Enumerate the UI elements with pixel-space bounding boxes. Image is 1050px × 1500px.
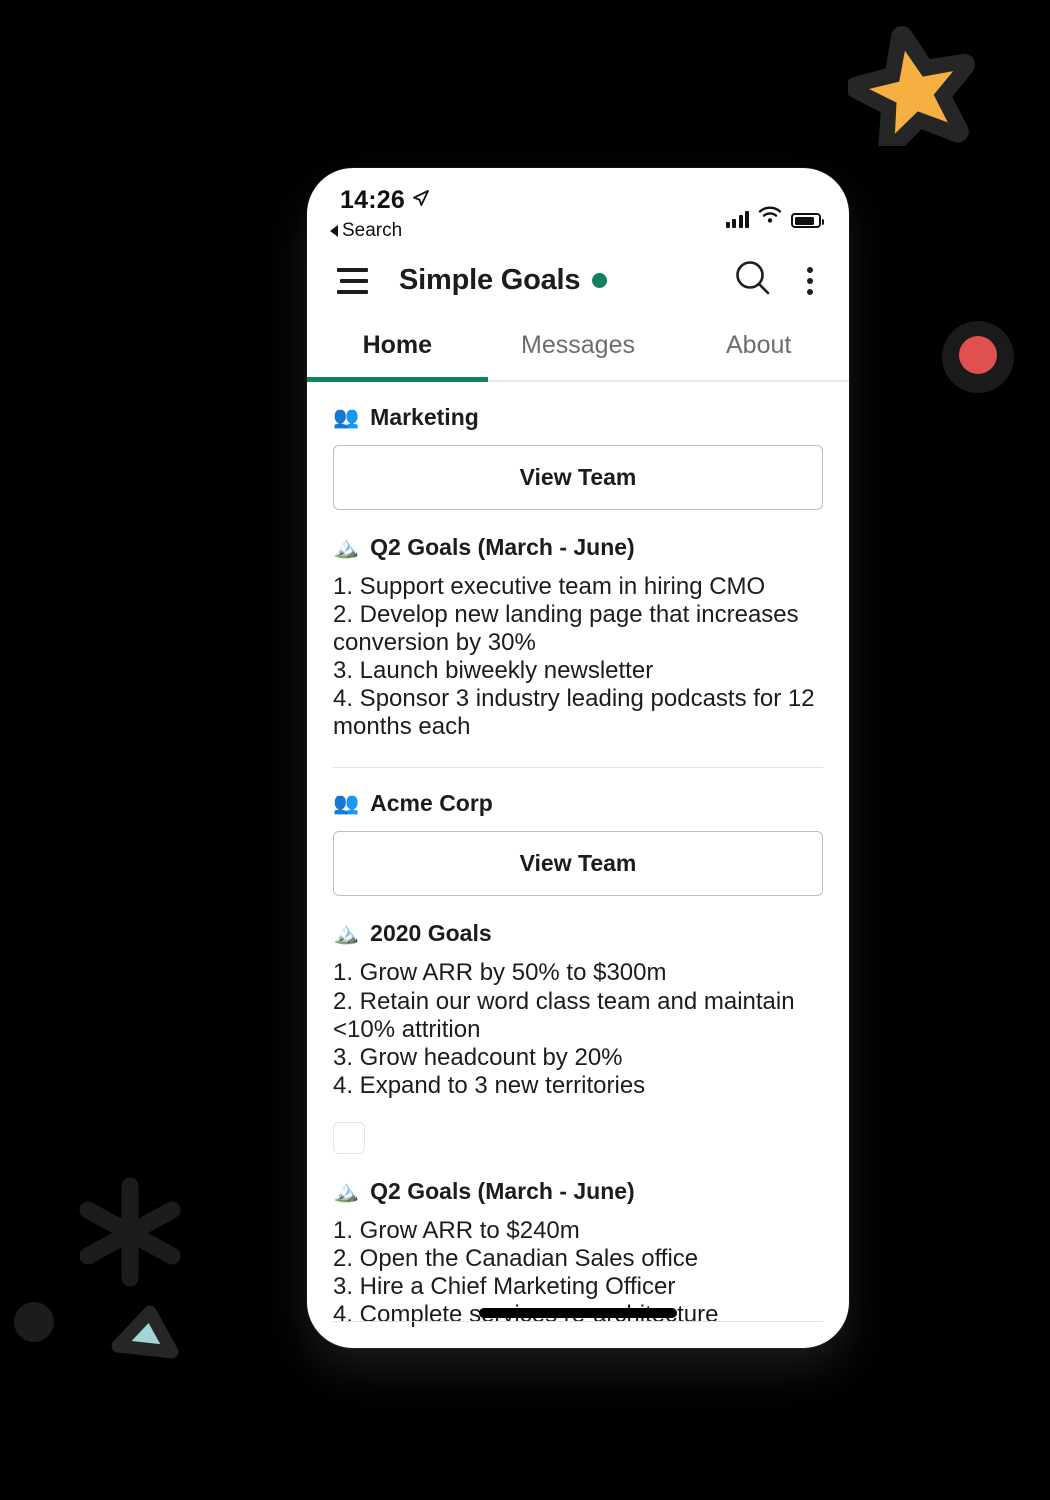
location-arrow-icon [411, 186, 430, 215]
app-header: Simple Goals [307, 246, 849, 321]
presence-indicator-icon [592, 273, 608, 288]
goal-heading-label: Q2 Goals (March - June) [370, 1177, 635, 1204]
goal-heading-label: Q2 Goals (March - June) [370, 534, 635, 560]
home-indicator[interactable] [479, 1308, 677, 1318]
search-icon[interactable] [733, 258, 773, 303]
red-dot-sticker [936, 315, 1020, 399]
team-header: 👥 Acme Corp [333, 790, 823, 817]
team-name-label: Marketing [370, 404, 479, 430]
wifi-icon [758, 206, 782, 228]
goal-block-heading: 🏔️ 2020 Goals [333, 920, 823, 947]
block-placeholder [333, 1121, 365, 1154]
asterisk-sticker [62, 1168, 198, 1294]
back-to-search-button[interactable]: Search [330, 220, 402, 242]
bottom-hairline [333, 1321, 823, 1322]
goal-block-heading: 🏔️ Q2 Goals (March - June) [333, 534, 823, 561]
mountain-icon: 🏔️ [333, 922, 360, 946]
people-icon: 👥 [333, 792, 360, 816]
app-title-label: Simple Goals [399, 264, 581, 296]
goal-block-heading: 🏔️ Q2 Goals (March - June) [333, 1178, 823, 1205]
status-time-label: 14:26 [340, 186, 405, 214]
tab-messages-label: Messages [521, 331, 635, 359]
status-indicators [725, 206, 824, 228]
people-icon: 👥 [333, 406, 360, 429]
view-team-button[interactable]: View Team [333, 831, 823, 897]
tab-bar: Home Messages About [307, 321, 849, 382]
kebab-menu-icon[interactable] [799, 263, 821, 299]
star-sticker [848, 22, 976, 146]
tab-home[interactable]: Home [307, 321, 488, 382]
team-name-label: Acme Corp [370, 790, 493, 817]
tab-about-label: About [726, 331, 792, 359]
back-triangle-icon [330, 225, 338, 237]
hamburger-menu-icon[interactable] [337, 267, 371, 294]
tab-about[interactable]: About [668, 321, 849, 380]
mountain-icon: 🏔️ [333, 536, 360, 559]
status-time: 14:26 [340, 186, 430, 215]
home-tab-content: 👥 Marketing View Team 🏔️ Q2 Goals (March… [307, 382, 849, 1348]
goal-list: 1. Grow ARR by 50% to $300m 2. Retain ou… [333, 959, 795, 1099]
team-section-marketing: 👥 Marketing View Team 🏔️ Q2 Goals (March… [307, 382, 849, 741]
goal-heading-label: 2020 Goals [370, 920, 492, 947]
home-indicator-area [307, 1290, 849, 1348]
tab-messages[interactable]: Messages [488, 321, 669, 380]
small-dot-sticker [8, 1296, 60, 1348]
team-header: 👥 Marketing [333, 404, 823, 431]
header-actions [733, 258, 821, 303]
teal-triangle-sticker [100, 1296, 188, 1368]
tab-home-label: Home [362, 331, 433, 359]
page-title: Simple Goals [399, 264, 608, 297]
phone-device: 14:26 Search Simple Goals Home Messages … [307, 168, 849, 1348]
battery-icon [791, 213, 824, 228]
team-section-acme-corp: 👥 Acme Corp View Team 🏔️ 2020 Goals 1. G… [307, 768, 849, 1348]
cellular-signal-icon [725, 211, 749, 228]
status-bar: 14:26 Search [307, 168, 849, 246]
back-label: Search [342, 220, 403, 241]
view-team-button[interactable]: View Team [333, 445, 823, 510]
mountain-icon: 🏔️ [333, 1179, 360, 1203]
goal-list: 1. Support executive team in hiring CMO … [333, 573, 815, 741]
